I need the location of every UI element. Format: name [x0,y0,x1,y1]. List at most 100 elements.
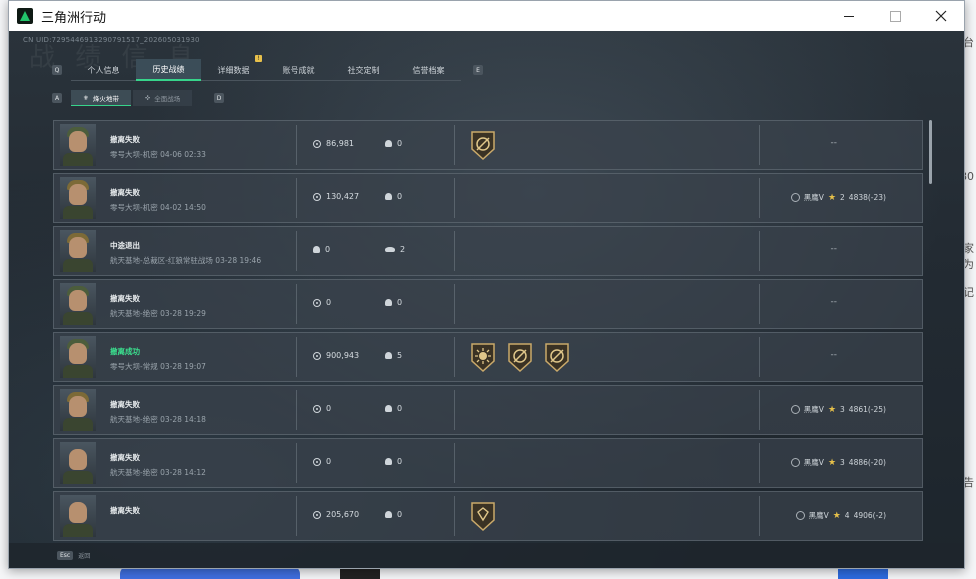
tab-prev-key-hint[interactable]: Q [52,65,62,75]
back-button[interactable]: Esc 返回 [57,551,90,560]
game-window: 三角洲行动 战 绩 信 息 CN UID:7295446913290791517… [8,0,965,569]
match-map-time: 零号大坝-常规 03-28 19:07 [110,362,206,371]
gear-badge-icon[interactable] [506,341,534,373]
value-text: 900,943 [326,351,360,360]
divider [454,284,455,324]
value-text: 0 [326,298,332,307]
rank-score: 4906(-2) [853,511,886,520]
divider [759,178,760,218]
list-scrollbar[interactable] [929,120,932,184]
kills-text: 5 [397,351,403,360]
tab-label: 账号成就 [282,65,315,75]
divider [296,496,297,536]
coin-icon [313,510,321,519]
tab-detailed-data[interactable]: 详细数据! [201,55,266,81]
tab-reputation[interactable]: 信誉档案 [396,59,461,81]
operator-avatar [60,124,96,166]
subtab-full-battlefield[interactable]: ✜ 全面战场 [132,90,193,106]
match-result: 撤离失败 [110,400,140,409]
match-map-time: 零号大坝-机密 04-06 02:33 [110,150,206,159]
match-record-row[interactable]: 撤离失败 零号大坝-机密 04-06 02:33 86,981 0 -- [53,120,923,170]
subtab-extraction-zone[interactable]: ⚜ 烽火地带 [71,90,131,106]
tab-social-custom[interactable]: 社交定制 [331,59,396,81]
divider [759,443,760,483]
game-content: 战 绩 信 息 CN UID:7295446913290791517_20260… [9,31,964,568]
skull-icon [385,352,392,359]
rank-stars: 2 [840,193,845,202]
operator-avatar [60,495,96,537]
value-stat: 0 [313,457,331,466]
tab-label: 历史战绩 [152,64,185,74]
divider [454,496,455,536]
divider [296,337,297,377]
flame-icon: ⚜ [83,93,89,102]
star-icon: ★ [827,192,837,203]
divider [296,125,297,165]
kills-text: 0 [397,510,403,519]
operator-avatar [60,442,96,484]
divider [454,443,455,483]
value-stat: 0 [313,298,331,307]
value-text: 0 [326,404,332,413]
tab-next-key-hint[interactable]: E [473,65,483,75]
kills-text: 0 [397,139,403,148]
match-history-list[interactable]: 撤离失败 零号大坝-机密 04-06 02:33 86,981 0 -- 撤离失… [53,120,925,550]
crest-badge-icon[interactable] [469,500,497,532]
match-result: 中途退出 [110,241,140,250]
maximize-button[interactable] [872,1,918,31]
tab-label: 个人信息 [87,65,120,75]
divider [759,125,760,165]
empty-rank: -- [830,350,838,360]
match-result: 撤离成功 [110,347,140,356]
kills-stat: 0 [385,404,402,413]
match-record-row[interactable]: 撤离失败 零号大坝-机密 04-02 14:50 130,427 0 黑鹰V ★ 2… [53,173,923,223]
rank-icon [790,458,800,467]
rank-stars: 4 [844,511,850,520]
kills-stat: 0 [385,139,402,148]
main-tabs: 个人信息 历史战绩 详细数据! 账号成就 社交定制 信誉档案 [71,55,461,81]
tab-achievements[interactable]: 账号成就 [266,59,331,81]
value-stat: 205,670 [313,510,359,519]
kills-stat: 0 [385,510,402,519]
value-text: 0 [326,457,332,466]
divider [759,496,760,536]
operator-avatar [60,230,96,272]
rank-stars: 3 [840,458,845,467]
rank-tier: 黑鹰V [803,193,824,202]
close-button[interactable] [918,1,964,31]
window-titlebar[interactable]: 三角洲行动 [9,1,964,31]
operator-avatar [60,283,96,325]
minimize-button[interactable] [826,1,872,31]
kills-stat: 0 [385,192,402,201]
value-text: 86,981 [326,139,354,148]
rank-info: 黑鹰V ★ 4 4906(-2) [795,510,886,521]
operator-avatar [60,336,96,378]
match-map-time: 零号大坝-机密 04-02 14:50 [110,203,206,212]
coin-icon [313,404,321,413]
value-text: 0 [325,245,331,254]
match-record-row[interactable]: 撤离成功 零号大坝-常规 03-28 19:07 900,943 5 -- [53,332,923,382]
tab-personal-info[interactable]: 个人信息 [71,59,136,81]
empty-rank: -- [830,297,838,307]
star-icon: ★ [827,404,837,415]
match-record-row[interactable]: 撤离失败 航天基地-绝密 03-28 19:29 0 0 -- [53,279,923,329]
match-result: 撤离失败 [110,135,140,144]
match-record-row[interactable]: 中途退出 航天基地-总裁区-红狼常驻战场 03-28 19:46 0 2 -- [53,226,923,276]
match-record-row[interactable]: 撤离失败 航天基地-绝密 03-28 14:18 0 0 黑鹰V ★ 3 4861(-… [53,385,923,435]
kills-text: 0 [397,192,403,201]
gear-badge-icon[interactable] [543,341,571,373]
match-record-row[interactable]: 撤离失败 航天基地-绝密 03-28 14:12 0 0 黑鹰V ★ 3 4886(-… [53,438,923,488]
notification-badge: ! [255,55,262,62]
subtab-next-key-hint[interactable]: D [214,93,224,103]
kills-text: 0 [397,404,403,413]
empty-rank: -- [830,244,838,254]
tab-match-history[interactable]: 历史战绩 [136,59,201,81]
divider [454,178,455,218]
gear-badge-icon[interactable] [469,129,497,161]
wing-icon [385,247,395,252]
skull-icon [385,140,392,147]
sun-badge-icon[interactable] [469,341,497,373]
match-record-row[interactable]: 撤离失败 205,670 0 黑鹰V ★ 4 4906(-2) [53,491,923,541]
subtab-prev-key-hint[interactable]: A [52,93,62,103]
tab-label: 详细数据 [217,65,250,75]
